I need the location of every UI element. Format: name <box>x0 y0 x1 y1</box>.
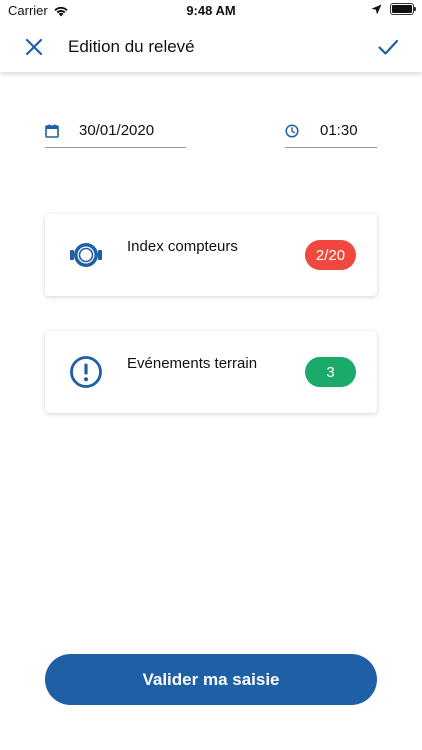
count-badge: 2/20 <box>305 240 356 270</box>
date-value: 30/01/2020 <box>79 122 155 139</box>
battery-icon <box>390 3 416 15</box>
calendar-icon <box>45 124 59 138</box>
location-arrow-icon <box>371 4 382 14</box>
validate-button[interactable]: Valider ma saisie <box>45 654 377 705</box>
time-field[interactable]: 01:30 <box>285 118 377 148</box>
check-icon <box>378 39 399 55</box>
card-index-compteurs[interactable]: Index compteurs 2/20 <box>45 214 377 296</box>
status-time: 9:48 AM <box>186 3 236 18</box>
card-label: Index compteurs <box>127 238 238 255</box>
close-icon <box>25 38 43 56</box>
page-title: Edition du relevé <box>68 37 195 56</box>
card-evenements-terrain[interactable]: Evénements terrain 3 <box>45 331 377 413</box>
alert-circle-icon <box>70 356 102 388</box>
meter-icon <box>70 243 102 267</box>
confirm-button[interactable] <box>376 35 400 59</box>
clock-icon <box>285 124 299 138</box>
status-bar: Carrier 9:48 AM <box>0 0 422 22</box>
date-field[interactable]: 30/01/2020 <box>45 118 186 148</box>
time-value: 01:30 <box>320 122 358 139</box>
count-badge: 3 <box>305 357 356 387</box>
status-right <box>371 3 416 15</box>
card-label: Evénements terrain <box>127 355 258 372</box>
header-bar: Edition du relevé <box>0 22 422 72</box>
close-button[interactable] <box>22 35 46 59</box>
